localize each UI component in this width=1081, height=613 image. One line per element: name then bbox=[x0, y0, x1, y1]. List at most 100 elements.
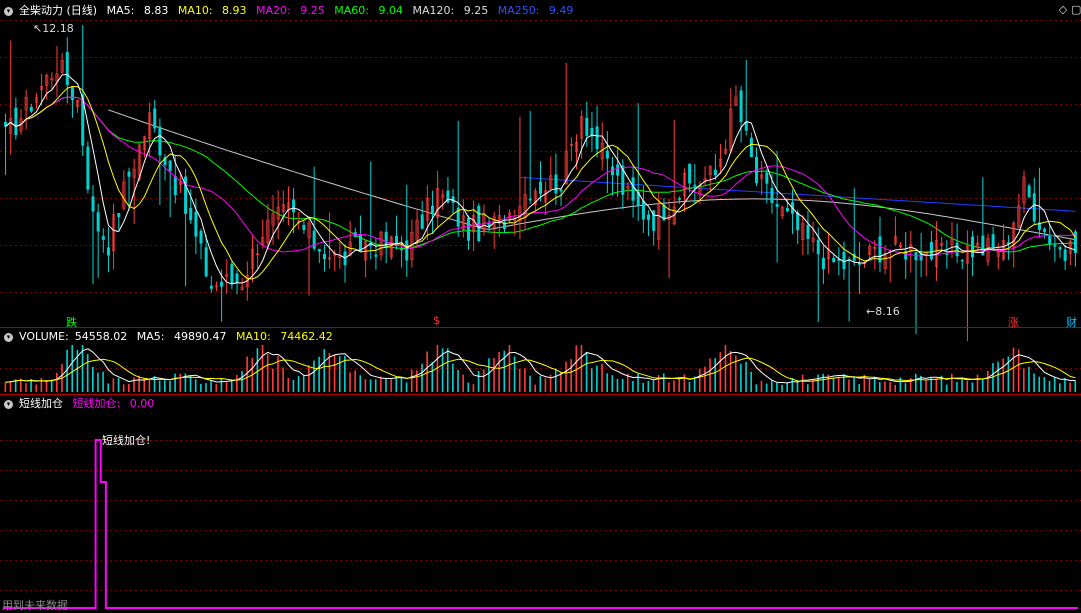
candle-body bbox=[189, 207, 193, 221]
square-icon[interactable]: ▢ bbox=[1071, 4, 1081, 16]
volume-bar bbox=[976, 374, 979, 392]
chevron-down-icon[interactable]: ▾ bbox=[4, 333, 13, 342]
candle-body bbox=[405, 240, 409, 261]
volume-bar bbox=[950, 373, 953, 392]
chevron-down-icon[interactable]: ▾ bbox=[4, 7, 13, 16]
volume-bar bbox=[1043, 377, 1046, 392]
volume-bar bbox=[400, 376, 403, 392]
volume-value: 54558.02 bbox=[74, 330, 128, 343]
volume-bar bbox=[1022, 368, 1025, 392]
volume-bar bbox=[765, 383, 768, 392]
candle-body bbox=[358, 234, 362, 252]
volume-bar bbox=[179, 373, 182, 392]
candle-body bbox=[713, 169, 717, 176]
future-data-warning: 用到未来数据 bbox=[2, 599, 68, 612]
volume-bar bbox=[611, 375, 614, 392]
candle-body bbox=[209, 285, 213, 289]
volume-bar bbox=[318, 356, 320, 392]
candle-body bbox=[688, 164, 692, 184]
volume-bar bbox=[45, 381, 48, 392]
volume-bar bbox=[719, 352, 722, 392]
candle-body bbox=[770, 187, 774, 203]
volume-bar bbox=[405, 382, 408, 392]
volume-bar bbox=[853, 376, 855, 392]
candle-body bbox=[971, 236, 975, 258]
volume-bar bbox=[513, 356, 516, 392]
volume-bar bbox=[740, 363, 742, 392]
candle-body bbox=[816, 239, 820, 255]
candle-body bbox=[796, 212, 800, 231]
volume-bar bbox=[431, 362, 434, 392]
volume-bar bbox=[678, 377, 680, 392]
volume-bar bbox=[169, 380, 171, 392]
candle-body bbox=[1032, 193, 1036, 222]
volume-bar bbox=[1074, 380, 1077, 392]
candle-body bbox=[955, 242, 959, 257]
volume-bar bbox=[822, 373, 824, 392]
candle-body bbox=[86, 146, 90, 190]
volume-bar bbox=[117, 377, 120, 392]
volume-bar bbox=[92, 366, 94, 392]
volume-bar bbox=[606, 373, 608, 392]
diamond-icon[interactable]: ◇ bbox=[1057, 4, 1069, 16]
volume-bar bbox=[498, 351, 500, 392]
volume-bar bbox=[981, 379, 984, 392]
candle-body bbox=[400, 248, 404, 251]
volume-bar bbox=[148, 379, 151, 392]
volume-bar bbox=[122, 384, 125, 392]
candle-body bbox=[302, 224, 306, 230]
volume-bar bbox=[477, 370, 480, 392]
candle-body bbox=[194, 211, 198, 237]
volume-bar bbox=[256, 348, 259, 392]
volume-bar bbox=[683, 374, 686, 392]
volume-bar bbox=[673, 380, 675, 392]
volume-bar bbox=[755, 384, 758, 392]
chevron-down-icon[interactable]: ▾ bbox=[4, 400, 13, 409]
price-panel-header: ▾ 全柴动力 (日线) MA5: 8.83 MA10: 8.93 MA20: 9.… bbox=[4, 4, 579, 18]
volume-bar bbox=[544, 378, 547, 392]
volume-bar bbox=[724, 345, 727, 392]
volume-bar bbox=[416, 370, 418, 392]
volume-ma10-readout: MA10: 74462.42 bbox=[236, 330, 333, 343]
volume-bar bbox=[236, 374, 238, 392]
signal-dollar: $ bbox=[433, 314, 440, 327]
volume-bar bbox=[50, 379, 53, 392]
volume-bar bbox=[107, 383, 110, 392]
volume-bar bbox=[390, 379, 392, 392]
volume-bar bbox=[272, 368, 274, 392]
volume-bar bbox=[138, 375, 140, 392]
indicator-annotation: 短线加仓! bbox=[102, 434, 151, 447]
candle-body bbox=[878, 236, 882, 263]
candle-body bbox=[374, 254, 378, 257]
volume-bar bbox=[570, 359, 572, 392]
volume-bar bbox=[914, 373, 917, 392]
volume-bar bbox=[385, 377, 387, 392]
candle-body bbox=[929, 241, 933, 260]
candle-body bbox=[1048, 234, 1052, 245]
volume-bar bbox=[287, 378, 290, 392]
volume-bar bbox=[1053, 377, 1056, 392]
volume-ma5-readout: MA5: 49890.47 bbox=[136, 330, 227, 343]
volume-bar bbox=[518, 368, 521, 392]
candle-body bbox=[1053, 244, 1057, 247]
indicator-panel-header: ▾ 短线加仓 短线加仓: 0.00 bbox=[4, 397, 160, 411]
ma60-readout: MA60: 9.04 bbox=[334, 4, 403, 17]
candle-body bbox=[1043, 228, 1047, 232]
volume-bar bbox=[112, 378, 115, 392]
volume-bar bbox=[868, 379, 871, 392]
volume-bar bbox=[601, 363, 603, 392]
candle-body bbox=[528, 198, 532, 201]
volume-bar bbox=[35, 384, 38, 392]
volume-bar bbox=[426, 351, 428, 392]
volume-bar bbox=[302, 375, 305, 392]
volume-bar bbox=[9, 381, 12, 392]
candle-body bbox=[230, 263, 234, 285]
candle-body bbox=[199, 230, 203, 244]
candle-body bbox=[960, 259, 964, 262]
volume-bar bbox=[158, 380, 161, 392]
candle-body bbox=[70, 86, 74, 101]
candle-body bbox=[1058, 247, 1062, 250]
volume-bar bbox=[1017, 349, 1020, 392]
candle-body bbox=[487, 223, 491, 227]
volume-bar bbox=[668, 382, 670, 392]
